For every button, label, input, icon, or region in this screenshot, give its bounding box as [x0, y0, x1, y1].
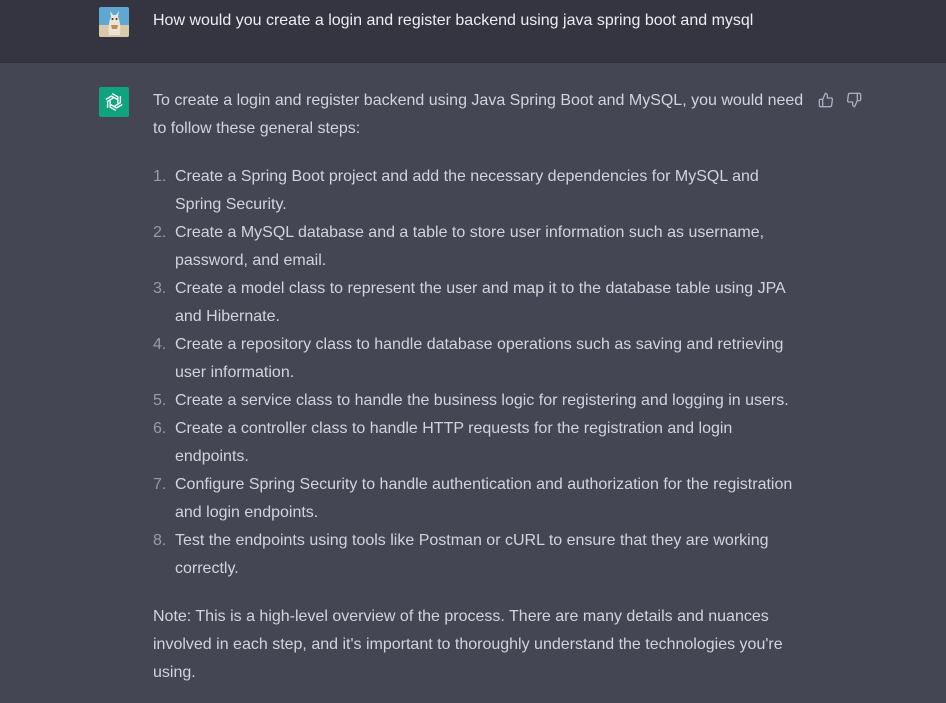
steps-list: 1. Create a Spring Boot project and add t… — [153, 163, 813, 583]
list-item-number: 5. — [153, 392, 167, 409]
list-item-text: Create a service class to handle the bus… — [175, 392, 789, 409]
list-item: 2. Create a MySQL database and a table to… — [153, 219, 801, 275]
list-item: 1. Create a Spring Boot project and add t… — [153, 163, 801, 219]
assistant-note: Note: This is a high-level overview of t… — [153, 608, 783, 681]
list-item: 7. Configure Spring Security to handle au… — [153, 471, 801, 527]
list-item-text: Create a Spring Boot project and add the… — [175, 168, 759, 213]
list-item-text: Create a model class to represent the us… — [175, 280, 785, 325]
assistant-message-content: To create a login and register backend u… — [153, 87, 813, 687]
thumbs-up-icon — [818, 92, 834, 108]
user-message-row: How would you create a login and registe… — [0, 0, 946, 63]
list-item-text: Create a repository class to handle data… — [175, 336, 784, 381]
list-item-number: 4. — [153, 336, 167, 353]
user-avatar — [99, 7, 129, 37]
thumbs-down-icon — [846, 92, 862, 108]
list-item-number: 2. — [153, 224, 167, 241]
thumbs-up-button[interactable] — [816, 90, 836, 110]
list-item: 6. Create a controller class to handle HT… — [153, 415, 801, 471]
list-item-number: 6. — [153, 420, 167, 437]
openai-logo-icon — [99, 87, 129, 117]
assistant-message-row: To create a login and register backend u… — [0, 63, 946, 703]
list-item: 4. Create a repository class to handle da… — [153, 331, 801, 387]
thumbs-down-button[interactable] — [844, 90, 864, 110]
list-item-number: 1. — [153, 168, 167, 185]
list-item-text: Create a controller class to handle HTTP… — [175, 420, 733, 465]
list-item: 5. Create a service class to handle the b… — [153, 387, 801, 415]
list-item-text: Test the endpoints using tools like Post… — [175, 532, 769, 577]
user-message-text: How would you create a login and registe… — [153, 12, 754, 29]
list-item-number: 8. — [153, 532, 167, 549]
list-item: 3. Create a model class to represent the … — [153, 275, 801, 331]
list-item-text: Configure Spring Security to handle auth… — [175, 476, 793, 521]
list-item-number: 7. — [153, 476, 167, 493]
list-item: 8. Test the endpoints using tools like Po… — [153, 527, 801, 583]
assistant-intro: To create a login and register backend u… — [153, 92, 804, 137]
list-item-number: 3. — [153, 280, 167, 297]
list-item-text: Create a MySQL database and a table to s… — [175, 224, 765, 269]
